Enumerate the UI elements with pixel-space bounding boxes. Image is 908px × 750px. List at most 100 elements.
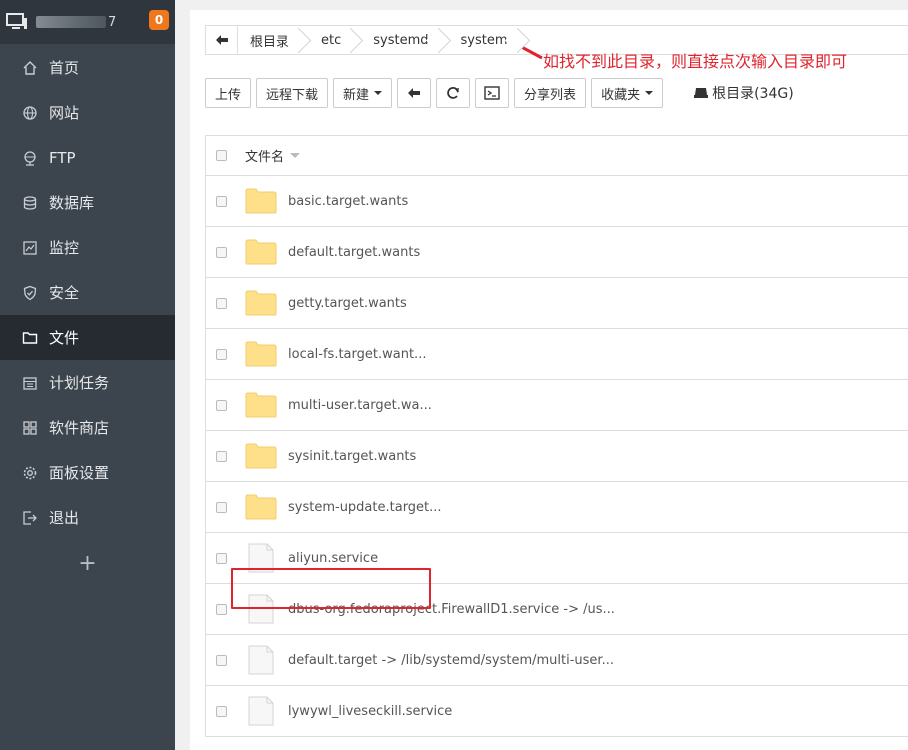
row-checkbox[interactable]	[216, 348, 227, 360]
folder-row[interactable]: getty.target.wants	[206, 278, 908, 329]
file-row[interactable]: dbus-org.fedoraproject.FirewallD1.servic…	[206, 584, 908, 635]
sidebar-item-label: 网站	[49, 104, 80, 122]
sidebar-item-label: 监控	[49, 239, 80, 257]
annotation-text: 如找不到此目录，则直接点次输入目录即可	[543, 52, 848, 71]
folder-icon	[245, 238, 277, 266]
filename-column-header[interactable]: 文件名	[245, 146, 301, 165]
row-checkbox[interactable]	[216, 399, 227, 411]
server-header: 7 0	[0, 0, 175, 44]
row-checkbox[interactable]	[216, 552, 227, 564]
folder-icon	[245, 187, 277, 215]
file-manager-panel: 根目录 etc systemd system 如找不到此目录，则直接点次输入目录…	[190, 10, 908, 750]
row-checkbox[interactable]	[216, 297, 227, 309]
calendar-icon	[22, 375, 38, 391]
file-icon	[245, 696, 277, 726]
ftp-icon	[22, 150, 38, 166]
sidebar-item-logout[interactable]: 退出	[0, 495, 175, 540]
breadcrumb-root[interactable]: 根目录	[238, 26, 303, 54]
refresh-icon	[447, 87, 460, 99]
disk-selector[interactable]: 根目录(34G)	[694, 83, 794, 103]
file-name[interactable]: dbus-org.fedoraproject.FirewallD1.servic…	[288, 602, 615, 617]
file-list: 文件名 basic.target.wants default.target.wan…	[205, 135, 908, 737]
favorites-dropdown-button[interactable]: 收藏夹	[591, 78, 664, 108]
folder-icon	[245, 289, 277, 317]
file-name[interactable]: system-update.target...	[288, 500, 442, 515]
server-name-suffix: 7	[108, 14, 117, 30]
file-name[interactable]: sysinit.target.wants	[288, 449, 416, 464]
file-name[interactable]: local-fs.target.want...	[288, 347, 426, 362]
new-dropdown-button[interactable]: 新建	[333, 78, 393, 108]
globe-icon	[22, 105, 38, 121]
sidebar-item-grid[interactable]: 软件商店	[0, 405, 175, 450]
row-checkbox[interactable]	[216, 195, 227, 207]
sidebar-item-calendar[interactable]: 计划任务	[0, 360, 175, 405]
sidebar-item-ftp[interactable]: FTP	[0, 135, 175, 180]
notification-badge[interactable]: 0	[149, 10, 169, 30]
back-button[interactable]	[397, 78, 432, 108]
caret-down-icon	[645, 91, 654, 95]
file-list-header: 文件名	[206, 136, 908, 176]
grid-icon	[22, 420, 38, 436]
folder-icon	[245, 340, 277, 368]
folder-row[interactable]: basic.target.wants	[206, 176, 908, 227]
sidebar-item-folder[interactable]: 文件	[0, 315, 175, 360]
row-checkbox[interactable]	[216, 705, 227, 717]
file-name[interactable]: default.target -> /lib/systemd/system/mu…	[288, 653, 614, 668]
sidebar-item-shield[interactable]: 安全	[0, 270, 175, 315]
file-name[interactable]: default.target.wants	[288, 245, 420, 260]
select-all-checkbox[interactable]	[216, 150, 227, 161]
sidebar-item-database[interactable]: 数据库	[0, 180, 175, 225]
file-row[interactable]: aliyun.service	[206, 533, 908, 584]
home-icon	[22, 60, 38, 76]
disk-label: 根目录(34G)	[712, 86, 794, 102]
database-icon	[22, 195, 38, 211]
monitor-chart-icon	[22, 240, 38, 256]
remote-download-button[interactable]: 远程下载	[256, 78, 329, 108]
sidebar-item-label: 计划任务	[49, 374, 110, 392]
sidebar: 7 0 首页网站 FTP 数据库监控安全 文件计划任务软件商店面板设置退出 +	[0, 0, 175, 750]
sidebar-nav: 首页网站 FTP 数据库监控安全 文件计划任务软件商店面板设置退出	[0, 45, 175, 540]
gear-icon	[22, 465, 38, 481]
file-name[interactable]: getty.target.wants	[288, 296, 407, 311]
sidebar-item-monitor-chart[interactable]: 监控	[0, 225, 175, 270]
logout-icon	[22, 510, 38, 526]
folder-icon	[245, 391, 277, 419]
breadcrumb-systemd[interactable]: systemd	[355, 26, 442, 54]
server-name-blurred	[36, 16, 106, 28]
sidebar-item-home[interactable]: 首页	[0, 45, 175, 90]
sidebar-item-label: 面板设置	[49, 464, 110, 482]
favorites-label: 收藏夹	[601, 87, 641, 103]
share-list-button[interactable]: 分享列表	[514, 78, 587, 108]
file-name[interactable]: lywywl_liveseckill.service	[288, 704, 452, 719]
refresh-button[interactable]	[436, 78, 471, 108]
folder-row[interactable]: system-update.target...	[206, 482, 908, 533]
folder-row[interactable]: local-fs.target.want...	[206, 329, 908, 380]
file-toolbar: 上传 远程下载 新建 分享列表 收藏夹 根目录(34G)	[205, 78, 794, 108]
terminal-button[interactable]	[475, 78, 510, 108]
file-icon	[245, 645, 277, 675]
folder-row[interactable]: multi-user.target.wa...	[206, 380, 908, 431]
sidebar-item-label: 首页	[49, 59, 80, 77]
sidebar-item-label: 软件商店	[49, 419, 110, 437]
row-checkbox[interactable]	[216, 603, 227, 615]
row-checkbox[interactable]	[216, 501, 227, 513]
file-name[interactable]: basic.target.wants	[288, 194, 408, 209]
file-row[interactable]: default.target -> /lib/systemd/system/mu…	[206, 635, 908, 686]
terminal-icon	[484, 86, 500, 100]
sidebar-item-gear[interactable]: 面板设置	[0, 450, 175, 495]
folder-row[interactable]: sysinit.target.wants	[206, 431, 908, 482]
folder-icon	[22, 330, 38, 346]
row-checkbox[interactable]	[216, 450, 227, 462]
add-menu-button[interactable]: +	[0, 540, 175, 586]
hard-drive-icon	[694, 88, 709, 98]
breadcrumb-back-button[interactable]	[206, 26, 238, 54]
folder-row[interactable]: default.target.wants	[206, 227, 908, 278]
row-checkbox[interactable]	[216, 246, 227, 258]
file-row[interactable]: lywywl_liveseckill.service	[206, 686, 908, 737]
sidebar-item-globe[interactable]: 网站	[0, 90, 175, 135]
file-name[interactable]: aliyun.service	[288, 551, 378, 566]
shield-icon	[22, 285, 38, 301]
row-checkbox[interactable]	[216, 654, 227, 666]
upload-button[interactable]: 上传	[205, 78, 252, 108]
file-name[interactable]: multi-user.target.wa...	[288, 398, 432, 413]
